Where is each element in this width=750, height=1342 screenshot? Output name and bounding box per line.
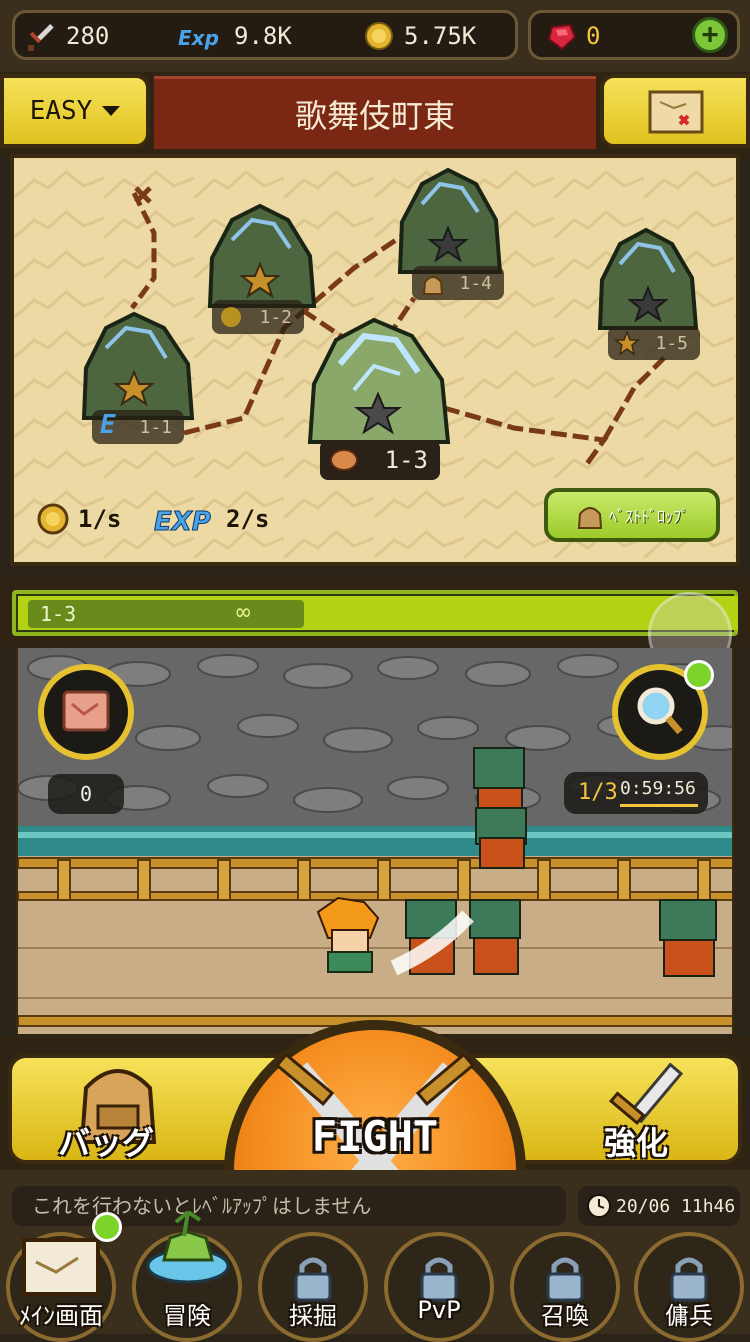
wave-timer: 0:59:56 xyxy=(620,778,696,799)
meat-count-value: 0 xyxy=(79,782,93,806)
attack-value: 280 xyxy=(66,22,110,50)
difficulty-dropdown[interactable]: EASY xyxy=(0,74,150,148)
best-drop-button[interactable]: ﾍﾞｽﾄﾄﾞﾛｯﾌﾟ xyxy=(544,488,720,542)
stage-name: 1-3 xyxy=(384,446,428,474)
area-title: 歌舞伎町東 xyxy=(154,76,596,149)
coin-icon xyxy=(365,22,393,50)
meat-icon xyxy=(330,449,358,471)
coin-icon xyxy=(221,307,241,327)
gold-rate: 1/s xyxy=(36,502,121,536)
nav-label: PvP xyxy=(417,1296,461,1324)
difficulty-label: EASY xyxy=(29,96,93,126)
gold-value: 5.75K xyxy=(404,22,477,50)
stage-name: 1-4 xyxy=(459,272,492,294)
upgrade-label: 強化 xyxy=(604,1124,669,1162)
nav-main-screen[interactable]: ﾒｲﾝ画面 xyxy=(0,1212,122,1342)
nav-label: 召喚 xyxy=(541,1302,589,1330)
hero-character xyxy=(316,896,380,973)
stage-label-1-4[interactable]: 1-4 xyxy=(412,266,504,300)
stage-name: 1-5 xyxy=(655,332,688,354)
best-drop-label: ﾍﾞｽﾄﾄﾞﾛｯﾌﾟ xyxy=(608,507,689,526)
fight-label: FIGHT xyxy=(311,1112,439,1161)
gold-stat: 5.75K xyxy=(362,14,476,58)
nav-label: 傭兵 xyxy=(665,1302,713,1330)
nav-label: ﾒｲﾝ画面 xyxy=(19,1302,103,1330)
gem-stat: 0 xyxy=(544,14,600,58)
bag-icon xyxy=(577,507,603,529)
nav-label: 冒険 xyxy=(163,1302,211,1330)
gem-value: 0 xyxy=(586,22,601,50)
sword-icon xyxy=(28,23,54,51)
easy-badge: E xyxy=(100,410,116,440)
stage-node-1-3[interactable] xyxy=(304,314,454,450)
meat-stock-button[interactable] xyxy=(38,664,134,760)
stage-label-1-3[interactable]: 1-3 xyxy=(320,440,440,480)
attack-stat: 280 xyxy=(24,14,109,58)
lock-icon xyxy=(546,1257,584,1302)
exp-rate: EXP 2/s xyxy=(154,502,269,536)
infinite-icon: ∞ xyxy=(236,598,251,626)
plus-icon: + xyxy=(701,17,719,50)
nav-mining[interactable]: 採掘 xyxy=(252,1232,374,1342)
exp-icon: EXP xyxy=(154,507,211,537)
ruby-icon xyxy=(547,23,577,51)
scroll-map-icon xyxy=(22,1238,100,1296)
exp-stat: Exp 9.8K xyxy=(176,14,292,58)
lock-icon xyxy=(420,1257,458,1302)
stage-map: E 1-1 1-2 1-3 1-4 1-5 1/s EXP 2/s ﾍﾞｽﾄﾄﾞ… xyxy=(10,154,740,566)
island-icon xyxy=(146,1210,230,1284)
meat-count: 0 xyxy=(48,774,124,814)
notification-dot xyxy=(92,1212,122,1242)
stage-name: 1-2 xyxy=(259,306,292,328)
lock-icon xyxy=(294,1257,332,1302)
chevron-down-icon xyxy=(102,106,121,116)
svg-text:EXP: EXP xyxy=(154,507,211,536)
timer-underline xyxy=(620,804,698,807)
world-map-button[interactable] xyxy=(600,74,750,148)
clock-value: 20/06 11h46 xyxy=(616,1195,736,1217)
nav-mercenary[interactable]: 傭兵 xyxy=(628,1232,750,1342)
nav-label: 採掘 xyxy=(289,1302,337,1330)
nav-pvp[interactable]: PvP xyxy=(378,1232,500,1342)
nav-summon[interactable]: 召喚 xyxy=(504,1232,626,1342)
bag-label: バッグ xyxy=(58,1124,155,1162)
notification-dot xyxy=(684,660,714,690)
wave-timer-box: 1/3 0:59:56 xyxy=(564,772,708,814)
exp-icon: Exp xyxy=(178,26,219,50)
progress-stage-label: 1-3 xyxy=(40,602,77,626)
bag-icon xyxy=(422,276,444,295)
nav-adventure[interactable]: 冒険 xyxy=(126,1210,248,1342)
stage-node-1-5[interactable] xyxy=(596,226,700,336)
svg-text:Exp: Exp xyxy=(178,26,219,50)
meat-scroll-icon xyxy=(62,690,110,732)
star-icon xyxy=(614,330,640,356)
clock: 20/06 11h46 xyxy=(578,1186,740,1226)
exp-rate-value: 2/s xyxy=(226,505,270,533)
stage-name: 1-1 xyxy=(139,416,172,438)
stage-label-1-5[interactable]: 1-5 xyxy=(608,326,700,360)
coin-icon xyxy=(37,503,69,535)
resource-bar: 280 Exp 9.8K 5.75K 0 + xyxy=(0,0,750,72)
exp-value: 9.8K xyxy=(234,22,292,50)
stage-label-1-2[interactable]: 1-2 xyxy=(212,300,304,334)
stage-label-1-1[interactable]: E 1-1 xyxy=(92,410,184,444)
clock-icon xyxy=(587,1194,611,1218)
wave-count: 1/3 xyxy=(578,780,618,805)
lock-icon xyxy=(670,1257,708,1302)
add-gems-button[interactable]: + xyxy=(692,17,728,53)
gold-rate-value: 1/s xyxy=(78,505,122,533)
stage-node-1-4[interactable] xyxy=(394,166,506,280)
treasure-map-icon xyxy=(648,90,704,134)
stage-node-1-2[interactable] xyxy=(204,202,322,314)
